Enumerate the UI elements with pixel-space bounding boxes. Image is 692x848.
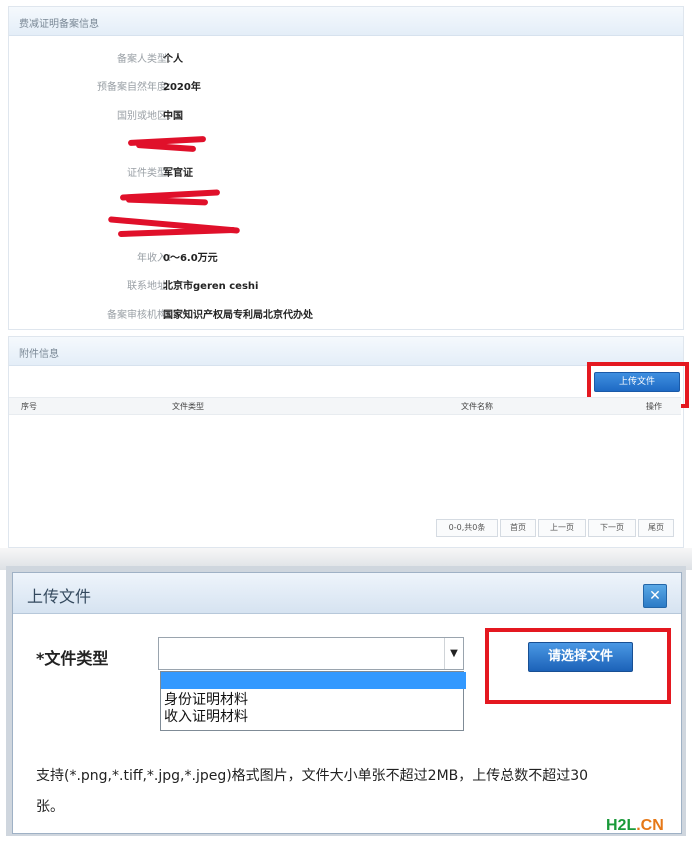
upload-tip-line2: 张。 <box>36 799 64 815</box>
row-review-agency: 备案审核机构： 国家知识产权局专利局北京代办处 <box>0 306 692 321</box>
col-file-type: 文件类型 <box>172 402 204 411</box>
watermark-part2: .CN <box>636 817 664 834</box>
col-index: 序号 <box>21 402 37 411</box>
option-identity-proof[interactable]: 身份证明材料 <box>161 692 466 709</box>
watermark-logo: H2L.CN <box>606 817 664 835</box>
watermark-part1: H2L <box>606 817 637 834</box>
dialog-header: 上传文件 ✕ <box>13 573 681 614</box>
row-filing-year: 预备案自然年度： 2020年 <box>0 78 692 93</box>
row-filer-type: 备案人类型： 个人 <box>0 50 692 65</box>
col-file-name: 文件名称 <box>461 402 493 411</box>
review-agency-value: 国家知识产权局专利局北京代办处 <box>163 310 313 321</box>
option-empty[interactable] <box>161 672 466 689</box>
pager-last-button[interactable]: 尾页 <box>638 519 674 537</box>
id-type-value: 军官证 <box>163 168 193 179</box>
highlight-box-choose <box>485 628 671 704</box>
option-income-proof[interactable]: 收入证明材料 <box>161 709 466 726</box>
filing-year-value: 2020年 <box>163 82 201 93</box>
attachment-table-header: 序号 文件类型 文件名称 操作 <box>9 397 681 415</box>
attachment-panel: 附件信息 <box>8 336 684 548</box>
pager-first-button[interactable]: 首页 <box>500 519 536 537</box>
file-type-dropdown: 身份证明材料 收入证明材料 <box>160 671 466 731</box>
row-income: 年收入： 0～6.0万元 <box>0 249 692 264</box>
pager-prev-button[interactable]: 上一页 <box>538 519 586 537</box>
pager-next-button[interactable]: 下一页 <box>588 519 636 537</box>
filing-info-header: 费减证明备案信息 <box>9 7 683 36</box>
income-value: 0～6.0万元 <box>163 253 218 264</box>
row-id-type: 证件类型： 军官证 <box>0 164 692 179</box>
upload-tip-line1: 支持(*.png,*.tiff,*.jpg,*.jpeg)格式图片，文件大小单张… <box>36 768 589 784</box>
file-type-select[interactable]: ▼ <box>158 637 464 670</box>
close-icon[interactable]: ✕ <box>643 584 667 608</box>
country-value: 中国 <box>163 111 183 122</box>
row-country: 国别或地区： 中国 <box>0 107 692 122</box>
filer-type-value: 个人 <box>163 54 183 65</box>
attachment-title: 附件信息 <box>19 349 59 360</box>
file-type-label: *文件类型 <box>36 649 109 668</box>
row-address: 联系地址： 北京市geren ceshi <box>0 277 692 292</box>
dialog-title: 上传文件 <box>27 587 92 606</box>
filing-info-title: 费减证明备案信息 <box>19 19 99 30</box>
attachment-header: 附件信息 <box>9 337 683 366</box>
pager-summary: 0-0,共0条 <box>436 519 498 537</box>
col-action: 操作 <box>646 402 662 411</box>
address-value: 北京市geren ceshi <box>163 281 259 292</box>
chevron-down-icon[interactable]: ▼ <box>444 638 463 669</box>
